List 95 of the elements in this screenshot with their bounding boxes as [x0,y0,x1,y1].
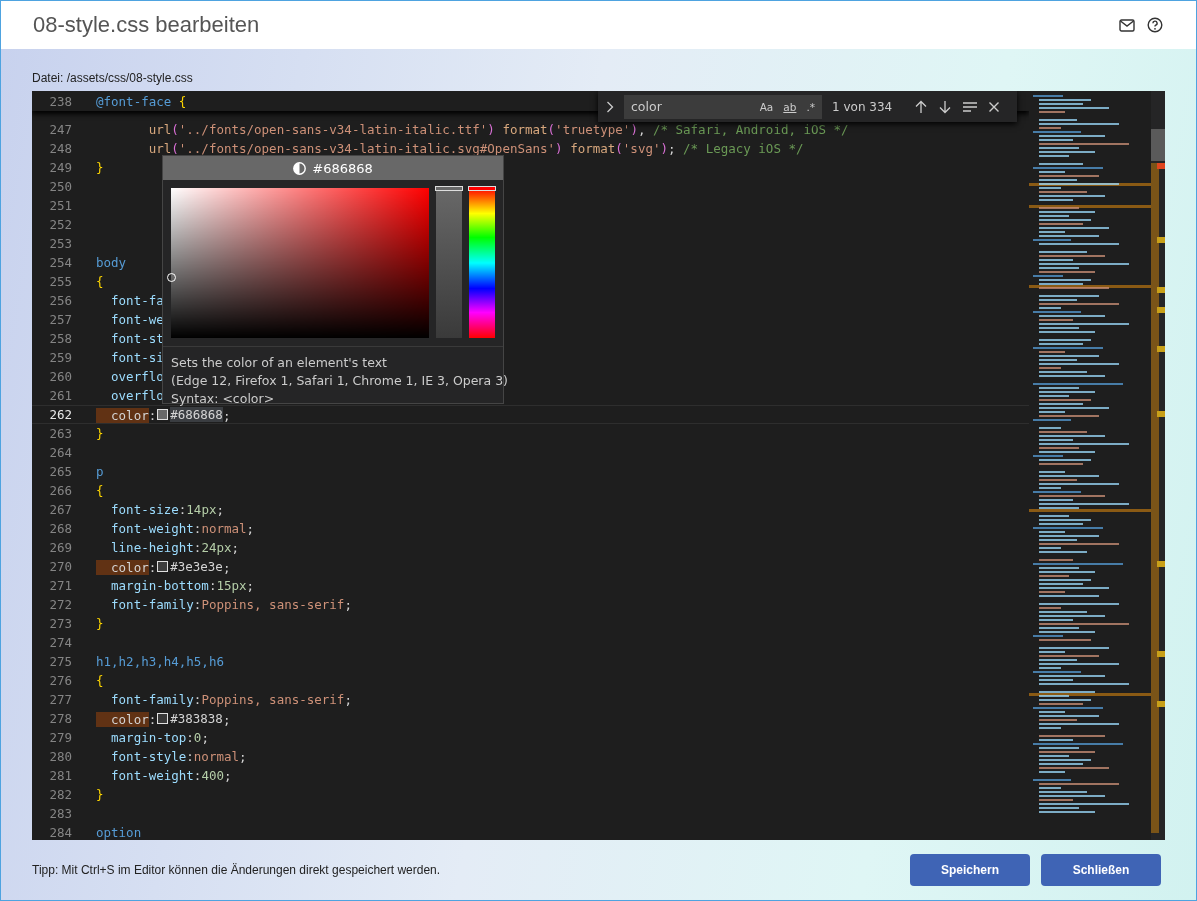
line-number: 261 [48,388,72,403]
tip-text: Tipp: Mit Ctrl+S im Editor können die Änderungen direkt gespeichert werden. [32,863,441,877]
code-text: margin-bottom:15px; [110,578,255,593]
code-text: font-st [110,331,164,346]
code-text: } [96,616,104,631]
line-number: 273 [48,616,72,631]
code-editor[interactable] [32,91,1165,840]
line-number: 267 [48,502,72,517]
code-text: { [96,673,104,688]
line-number: 258 [48,331,72,346]
code-text: body [96,255,127,270]
code-text: font-style:normal; [110,749,247,764]
code-text: color: #3e3e3e; [96,558,231,575]
search-field[interactable]: color Aa ab .* [624,94,822,119]
line-number: 264 [48,445,72,460]
code-text: margin-top:0; [110,730,209,745]
line-number: 250 [48,179,72,194]
line-number: 262 [48,407,72,422]
line-number: 271 [48,578,72,593]
line-number: 277 [48,692,72,707]
code-text: p [96,464,104,479]
code-text: { [96,274,104,289]
code-text: @font-face { [96,94,187,109]
file-path: Datei: /assets/css/08-style.css [32,71,194,87]
line-number: 265 [48,464,72,479]
code-text: { [96,483,104,498]
code-text: line-height:24px; [110,540,239,555]
line-number: 280 [48,749,72,764]
contrast-icon [293,161,307,175]
hover-text: Sets the color of an element's text [171,354,388,372]
line-number: 260 [48,369,72,384]
code-text: color: #383838; [96,710,231,727]
line-number: 257 [48,312,72,327]
line-number: 272 [48,597,72,612]
code-text: font-family:Poppins, sans-serif; [110,692,352,707]
line-number: 269 [48,540,72,555]
code-text: h1,h2,h3,h4,h5,h6 [96,654,224,669]
line-number: 279 [48,730,72,745]
line-number: 247 [48,122,72,137]
close-button[interactable]: Schließen [1041,854,1161,886]
close-icon[interactable] [988,100,1001,113]
search-option-toggle[interactable]: Aa [756,98,777,115]
code-text: overflo [110,369,164,384]
code-text: font-weight:normal; [110,521,255,536]
code-text: url('../fonts/open-sans-v34-latin-italic.ttf') format('truetype'), /* Safari, Android, iOS */ [147,122,849,137]
code-text: option [96,825,142,840]
mail-icon[interactable] [1119,18,1135,32]
code-text: overflo [110,388,164,403]
line-number: 281 [48,768,72,783]
save-button[interactable]: Speichern [910,854,1030,886]
line-number: 254 [48,255,72,270]
line-number: 259 [48,350,72,365]
hover-text: Syntax: <color> [171,390,276,408]
line-number: 266 [48,483,72,498]
code-text: font-weight:400; [110,768,232,783]
line-number: 282 [48,787,72,802]
line-number: 283 [48,806,72,821]
match-count: 1 von 334 [832,99,893,114]
line-number: 238 [48,94,72,109]
code-text: font-si [110,350,164,365]
line-number: 275 [48,654,72,669]
line-number: 255 [48,274,72,289]
color-value: #686868 [312,160,373,176]
arrow-down-icon[interactable] [938,99,953,114]
line-number: 276 [48,673,72,688]
line-number: 248 [48,141,72,156]
opacity-slider[interactable] [436,188,463,338]
line-number: 252 [48,217,72,232]
code-text: url('../fonts/open-sans-v34-latin-italic.svg#OpenSans') format('svg'); /* Legacy iOS */ [147,141,804,156]
code-text: } [96,160,104,175]
code-text: font-size:14px; [110,502,224,517]
line-number: 256 [48,293,72,308]
scrollbar[interactable] [1151,91,1165,840]
help-icon[interactable] [1147,17,1163,33]
line-number: 263 [48,426,72,441]
line-number: 253 [48,236,72,251]
lines-icon[interactable] [962,100,979,113]
line-number: 251 [48,198,72,213]
line-number: 284 [48,825,72,840]
arrow-up-icon[interactable] [914,99,929,114]
code-text: color: #686868; [96,406,231,423]
line-number: 270 [48,559,72,574]
chevron-right-icon[interactable] [606,100,614,113]
code-text: font-family:Poppins, sans-serif; [110,597,352,612]
line-number: 274 [48,635,72,650]
line-number: 278 [48,711,72,726]
code-text: font-we [110,312,164,327]
code-text: } [96,787,104,802]
hue-slider[interactable] [469,188,495,338]
line-number: 268 [48,521,72,536]
dialog-title: 08-style.css bearbeiten [33,12,260,38]
search-option-toggle[interactable]: .* [803,98,818,115]
line-number: 249 [48,160,72,175]
search-option-toggle[interactable]: ab [780,98,800,115]
code-text: } [96,426,104,441]
